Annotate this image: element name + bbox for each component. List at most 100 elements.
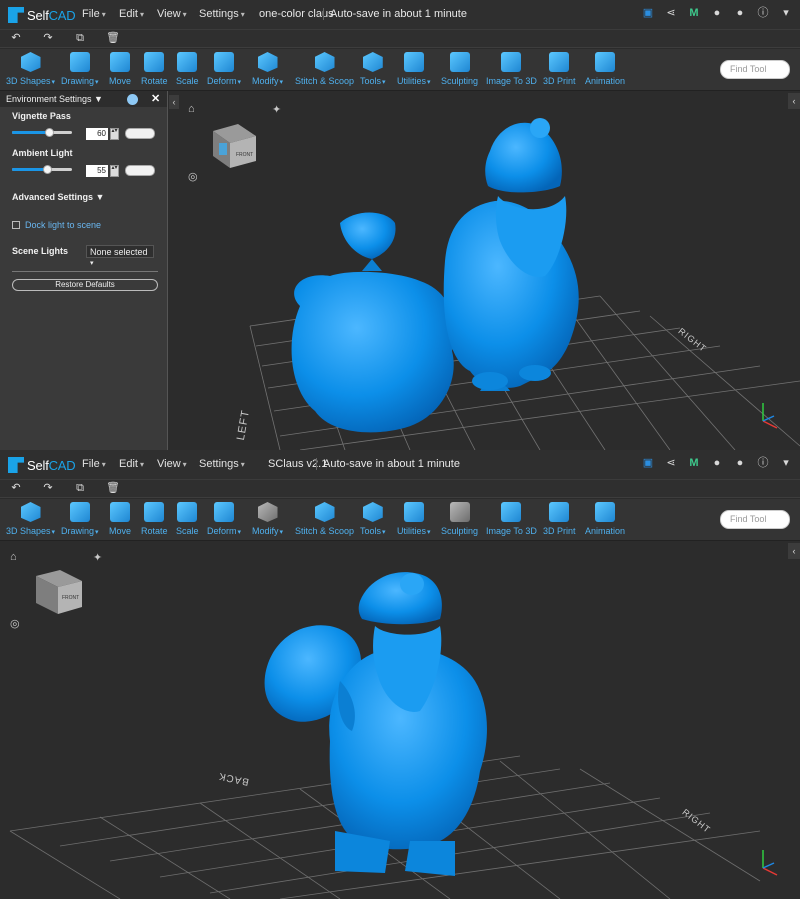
ambient-slider[interactable] — [12, 165, 72, 174]
tool-image-to-3d[interactable]: Image To 3D — [486, 52, 537, 89]
tool-deform[interactable]: Deform — [207, 52, 241, 89]
modify-icon — [257, 52, 278, 72]
save-icon[interactable]: ▣ — [642, 7, 654, 20]
tool-animation[interactable]: Animation — [585, 502, 625, 539]
move-icon — [110, 502, 130, 522]
right-panel-toggle-icon[interactable]: ‹ — [788, 543, 800, 559]
tool-sculpting[interactable]: Sculpting — [441, 502, 478, 539]
tool-drawing[interactable]: Drawing — [61, 52, 99, 89]
top-bar: SelfCAD File Edit View Settings one-colo… — [0, 0, 800, 30]
3d-viewport[interactable]: FRONT BACK RIGHT ⌂ ✦ ◎ — [0, 541, 800, 899]
deform-icon — [214, 52, 235, 72]
share-icon[interactable]: ⋖ — [665, 7, 677, 20]
user-icon[interactable]: ● — [734, 457, 746, 470]
selfcad-logo[interactable]: SelfCAD — [8, 456, 76, 474]
bell-icon[interactable]: ● — [711, 457, 723, 470]
ambient-stepper[interactable]: ▴▾ — [110, 165, 119, 177]
menu-file[interactable]: File — [82, 8, 106, 20]
trash-icon[interactable]: 🗑 — [106, 32, 120, 45]
dock-light-checkbox[interactable]: Dock light to scene — [12, 220, 101, 230]
vignette-slider[interactable] — [12, 128, 72, 137]
tool-3d-shapes[interactable]: 3D Shapes — [6, 502, 55, 539]
close-icon[interactable]: ✕ — [151, 92, 160, 105]
ambient-color-swatch[interactable] — [125, 165, 155, 176]
light-icon[interactable]: ✦ — [272, 103, 282, 116]
redo-icon[interactable]: ↷ — [42, 482, 54, 495]
menu-edit[interactable]: Edit — [119, 8, 144, 20]
scene-lights-select[interactable]: None selected — [86, 245, 154, 258]
tool-move[interactable]: Move — [109, 502, 131, 539]
undo-icon[interactable]: ↶ — [10, 482, 22, 495]
user-icon[interactable]: ● — [734, 7, 746, 20]
redo-icon[interactable]: ↷ — [42, 32, 54, 45]
vignette-value[interactable]: 60 — [86, 128, 108, 140]
vignette-color-swatch[interactable] — [125, 128, 155, 139]
scale-icon — [177, 502, 198, 522]
menu-settings[interactable]: Settings — [199, 458, 245, 470]
tool-image-to-3d[interactable]: Image To 3D — [486, 502, 537, 539]
chevron-down-icon[interactable]: ▾ — [780, 457, 792, 470]
right-panel-toggle-icon[interactable]: ‹ — [788, 93, 800, 109]
tool-stitch-scoop[interactable]: Stitch & Scoop — [295, 502, 354, 539]
info-icon[interactable]: ⓘ — [757, 7, 769, 20]
tool-scale[interactable]: Scale — [176, 52, 199, 89]
restore-defaults-button[interactable]: Restore Defaults — [12, 279, 158, 291]
panel-title[interactable]: Environment Settings — [6, 94, 103, 104]
copy-icon[interactable]: ⧉ — [74, 32, 86, 45]
sack-model[interactable] — [291, 212, 455, 433]
view-cube[interactable] — [36, 570, 82, 614]
menu-view[interactable]: View — [157, 458, 187, 470]
tool-stitch-scoop[interactable]: Stitch & Scoop — [295, 52, 354, 89]
screenshot-one-color-claus: SelfCAD File Edit View Settings one-colo… — [0, 0, 800, 450]
stitch-scoop-icon — [314, 52, 335, 72]
home-icon[interactable]: ⌂ — [188, 103, 196, 115]
m-icon[interactable]: M — [688, 457, 700, 470]
orbit-icon[interactable]: ◎ — [10, 617, 21, 630]
m-icon[interactable]: M — [688, 7, 700, 20]
menu-settings[interactable]: Settings — [199, 8, 245, 20]
confirm-icon[interactable] — [127, 94, 138, 105]
save-icon[interactable]: ▣ — [642, 457, 654, 470]
chevron-down-icon[interactable]: ▾ — [780, 7, 792, 20]
tool-3d-shapes[interactable]: 3D Shapes — [6, 52, 55, 89]
printer-icon — [549, 502, 570, 522]
view-cube[interactable] — [213, 124, 256, 168]
tool-sculpting[interactable]: Sculpting — [441, 52, 478, 89]
bell-icon[interactable]: ● — [711, 7, 723, 20]
tool-drawing[interactable]: Drawing — [61, 502, 99, 539]
santa-with-sack-model[interactable] — [264, 572, 487, 876]
copy-icon[interactable]: ⧉ — [74, 482, 86, 495]
tool-rotate[interactable]: Rotate — [141, 52, 168, 89]
tool-utilities[interactable]: Utilities — [397, 502, 431, 539]
tool-scale[interactable]: Scale — [176, 502, 199, 539]
tool-modify[interactable]: Modify — [252, 52, 283, 89]
panel-collapse-icon[interactable]: ‹ — [169, 95, 179, 109]
tool-3d-print[interactable]: 3D Print — [543, 502, 576, 539]
tool-utilities[interactable]: Utilities — [397, 52, 431, 89]
selfcad-logo[interactable]: SelfCAD — [8, 6, 76, 24]
tool-deform[interactable]: Deform — [207, 502, 241, 539]
trash-icon[interactable]: 🗑 — [106, 482, 120, 495]
menu-file[interactable]: File — [82, 458, 106, 470]
light-icon[interactable]: ✦ — [93, 551, 103, 564]
info-icon[interactable]: ⓘ — [757, 457, 769, 470]
tool-rotate[interactable]: Rotate — [141, 502, 168, 539]
vignette-stepper[interactable]: ▴▾ — [110, 128, 119, 140]
tool-tools[interactable]: Tools — [360, 502, 386, 539]
tool-move[interactable]: Move — [109, 52, 131, 89]
tool-modify[interactable]: Modify — [252, 502, 283, 539]
undo-icon[interactable]: ↶ — [10, 32, 22, 45]
home-icon[interactable]: ⌂ — [10, 551, 18, 563]
orbit-icon[interactable]: ◎ — [188, 170, 199, 183]
tool-tools[interactable]: Tools — [360, 52, 386, 89]
share-icon[interactable]: ⋖ — [665, 457, 677, 470]
advanced-settings-toggle[interactable]: Advanced Settings — [12, 192, 104, 202]
ambient-value[interactable]: 55 — [86, 165, 108, 177]
find-tool-input[interactable]: Find Tool — [720, 60, 790, 79]
santa-model[interactable] — [443, 118, 579, 391]
tool-3d-print[interactable]: 3D Print — [543, 52, 576, 89]
menu-edit[interactable]: Edit — [119, 458, 144, 470]
tool-animation[interactable]: Animation — [585, 52, 625, 89]
find-tool-input[interactable]: Find Tool — [720, 510, 790, 529]
menu-view[interactable]: View — [157, 8, 187, 20]
